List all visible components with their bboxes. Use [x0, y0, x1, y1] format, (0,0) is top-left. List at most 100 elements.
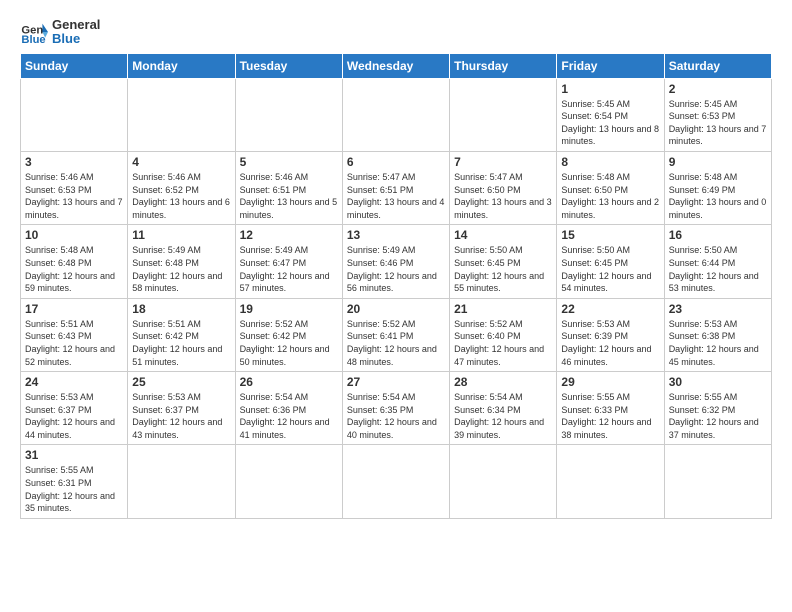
calendar-day-cell: 28 Sunrise: 5:54 AM Sunset: 6:34 PM Dayli…	[450, 372, 557, 445]
day-number: 26	[240, 375, 338, 389]
calendar-day-cell: 14Sunrise: 5:50 AM Sunset: 6:45 PM Dayli…	[450, 225, 557, 298]
day-info: Sunrise: 5:54 AM Sunset: 6:35 PM Dayligh…	[347, 391, 445, 441]
calendar-day-cell: 25Sunrise: 5:53 AM Sunset: 6:37 PM Dayli…	[128, 372, 235, 445]
day-number: 15	[561, 228, 659, 242]
day-info: Sunrise: 5:46 AM Sunset: 6:53 PM Dayligh…	[25, 171, 123, 221]
day-number: 1	[561, 82, 659, 96]
svg-text:Blue: Blue	[21, 34, 45, 46]
logo-icon: Gen Blue	[20, 18, 48, 46]
calendar-day-cell: 7Sunrise: 5:47 AM Sunset: 6:50 PM Daylig…	[450, 151, 557, 224]
calendar-day-cell: 3 Sunrise: 5:46 AM Sunset: 6:53 PM Daylig…	[21, 151, 128, 224]
calendar-day-cell: 11 Sunrise: 5:49 AM Sunset: 6:48 PM Dayli…	[128, 225, 235, 298]
day-number: 18	[132, 302, 230, 316]
calendar-day-cell	[235, 445, 342, 518]
day-number: 8	[561, 155, 659, 169]
weekday-header-row: SundayMondayTuesdayWednesdayThursdayFrid…	[21, 53, 772, 78]
calendar-day-cell: 2 Sunrise: 5:45 AM Sunset: 6:53 PM Daylig…	[664, 78, 771, 151]
day-info: Sunrise: 5:55 AM Sunset: 6:32 PM Dayligh…	[669, 391, 767, 441]
day-info: Sunrise: 5:46 AM Sunset: 6:52 PM Dayligh…	[132, 171, 230, 221]
day-number: 10	[25, 228, 123, 242]
day-number: 20	[347, 302, 445, 316]
calendar-day-cell: 27 Sunrise: 5:54 AM Sunset: 6:35 PM Dayli…	[342, 372, 449, 445]
calendar-day-cell	[342, 445, 449, 518]
day-info: Sunrise: 5:45 AM Sunset: 6:53 PM Dayligh…	[669, 98, 767, 148]
day-number: 23	[669, 302, 767, 316]
logo: Gen Blue General Blue	[20, 18, 100, 47]
day-number: 29	[561, 375, 659, 389]
day-info: Sunrise: 5:52 AM Sunset: 6:40 PM Dayligh…	[454, 318, 552, 368]
calendar-day-cell: 8 Sunrise: 5:48 AM Sunset: 6:50 PM Daylig…	[557, 151, 664, 224]
calendar-day-cell	[235, 78, 342, 151]
calendar-day-cell	[664, 445, 771, 518]
calendar-day-cell: 19 Sunrise: 5:52 AM Sunset: 6:42 PM Dayli…	[235, 298, 342, 371]
calendar-day-cell: 24Sunrise: 5:53 AM Sunset: 6:37 PM Dayli…	[21, 372, 128, 445]
calendar-day-cell: 4Sunrise: 5:46 AM Sunset: 6:52 PM Daylig…	[128, 151, 235, 224]
calendar-day-cell: 12Sunrise: 5:49 AM Sunset: 6:47 PM Dayli…	[235, 225, 342, 298]
day-info: Sunrise: 5:54 AM Sunset: 6:34 PM Dayligh…	[454, 391, 552, 441]
day-number: 3	[25, 155, 123, 169]
calendar-day-cell	[21, 78, 128, 151]
day-number: 2	[669, 82, 767, 96]
calendar-table: SundayMondayTuesdayWednesdayThursdayFrid…	[20, 53, 772, 519]
day-number: 7	[454, 155, 552, 169]
day-info: Sunrise: 5:54 AM Sunset: 6:36 PM Dayligh…	[240, 391, 338, 441]
calendar-day-cell: 15 Sunrise: 5:50 AM Sunset: 6:45 PM Dayli…	[557, 225, 664, 298]
day-info: Sunrise: 5:53 AM Sunset: 6:39 PM Dayligh…	[561, 318, 659, 368]
calendar-day-cell	[342, 78, 449, 151]
calendar-day-cell: 31 Sunrise: 5:55 AM Sunset: 6:31 PM Dayli…	[21, 445, 128, 518]
day-info: Sunrise: 5:48 AM Sunset: 6:49 PM Dayligh…	[669, 171, 767, 221]
day-number: 27	[347, 375, 445, 389]
calendar-day-cell: 6 Sunrise: 5:47 AM Sunset: 6:51 PM Daylig…	[342, 151, 449, 224]
day-info: Sunrise: 5:47 AM Sunset: 6:51 PM Dayligh…	[347, 171, 445, 221]
calendar-week-row: 3 Sunrise: 5:46 AM Sunset: 6:53 PM Daylig…	[21, 151, 772, 224]
calendar-day-cell: 5Sunrise: 5:46 AM Sunset: 6:51 PM Daylig…	[235, 151, 342, 224]
calendar-week-row: 24Sunrise: 5:53 AM Sunset: 6:37 PM Dayli…	[21, 372, 772, 445]
calendar-body: 1 Sunrise: 5:45 AM Sunset: 6:54 PM Daylig…	[21, 78, 772, 518]
day-info: Sunrise: 5:50 AM Sunset: 6:45 PM Dayligh…	[454, 244, 552, 294]
day-number: 9	[669, 155, 767, 169]
day-info: Sunrise: 5:53 AM Sunset: 6:37 PM Dayligh…	[25, 391, 123, 441]
calendar-day-cell: 20 Sunrise: 5:52 AM Sunset: 6:41 PM Dayli…	[342, 298, 449, 371]
calendar-week-row: 31 Sunrise: 5:55 AM Sunset: 6:31 PM Dayli…	[21, 445, 772, 518]
day-info: Sunrise: 5:50 AM Sunset: 6:45 PM Dayligh…	[561, 244, 659, 294]
calendar-day-cell: 22 Sunrise: 5:53 AM Sunset: 6:39 PM Dayli…	[557, 298, 664, 371]
day-info: Sunrise: 5:52 AM Sunset: 6:41 PM Dayligh…	[347, 318, 445, 368]
day-info: Sunrise: 5:51 AM Sunset: 6:42 PM Dayligh…	[132, 318, 230, 368]
day-info: Sunrise: 5:49 AM Sunset: 6:46 PM Dayligh…	[347, 244, 445, 294]
calendar-day-cell: 29Sunrise: 5:55 AM Sunset: 6:33 PM Dayli…	[557, 372, 664, 445]
calendar-day-cell	[128, 78, 235, 151]
calendar-day-cell: 10Sunrise: 5:48 AM Sunset: 6:48 PM Dayli…	[21, 225, 128, 298]
day-info: Sunrise: 5:46 AM Sunset: 6:51 PM Dayligh…	[240, 171, 338, 221]
day-info: Sunrise: 5:48 AM Sunset: 6:50 PM Dayligh…	[561, 171, 659, 221]
calendar-page: Gen Blue General Blue SundayMondayTuesda…	[0, 0, 792, 612]
day-info: Sunrise: 5:53 AM Sunset: 6:37 PM Dayligh…	[132, 391, 230, 441]
day-number: 21	[454, 302, 552, 316]
day-number: 11	[132, 228, 230, 242]
day-number: 28	[454, 375, 552, 389]
weekday-header-friday: Friday	[557, 53, 664, 78]
calendar-header: SundayMondayTuesdayWednesdayThursdayFrid…	[21, 53, 772, 78]
day-number: 16	[669, 228, 767, 242]
day-number: 12	[240, 228, 338, 242]
calendar-day-cell: 26 Sunrise: 5:54 AM Sunset: 6:36 PM Dayli…	[235, 372, 342, 445]
day-info: Sunrise: 5:53 AM Sunset: 6:38 PM Dayligh…	[669, 318, 767, 368]
calendar-day-cell: 30 Sunrise: 5:55 AM Sunset: 6:32 PM Dayli…	[664, 372, 771, 445]
day-number: 13	[347, 228, 445, 242]
calendar-day-cell: 1 Sunrise: 5:45 AM Sunset: 6:54 PM Daylig…	[557, 78, 664, 151]
day-number: 31	[25, 448, 123, 462]
calendar-day-cell: 23 Sunrise: 5:53 AM Sunset: 6:38 PM Dayli…	[664, 298, 771, 371]
day-info: Sunrise: 5:52 AM Sunset: 6:42 PM Dayligh…	[240, 318, 338, 368]
day-info: Sunrise: 5:45 AM Sunset: 6:54 PM Dayligh…	[561, 98, 659, 148]
weekday-header-thursday: Thursday	[450, 53, 557, 78]
day-info: Sunrise: 5:55 AM Sunset: 6:31 PM Dayligh…	[25, 464, 123, 514]
calendar-day-cell: 13 Sunrise: 5:49 AM Sunset: 6:46 PM Dayli…	[342, 225, 449, 298]
day-number: 30	[669, 375, 767, 389]
day-number: 17	[25, 302, 123, 316]
weekday-header-tuesday: Tuesday	[235, 53, 342, 78]
day-number: 6	[347, 155, 445, 169]
calendar-day-cell: 18 Sunrise: 5:51 AM Sunset: 6:42 PM Dayli…	[128, 298, 235, 371]
day-number: 22	[561, 302, 659, 316]
logo-general-text: General	[52, 18, 100, 32]
day-info: Sunrise: 5:49 AM Sunset: 6:48 PM Dayligh…	[132, 244, 230, 294]
day-number: 19	[240, 302, 338, 316]
